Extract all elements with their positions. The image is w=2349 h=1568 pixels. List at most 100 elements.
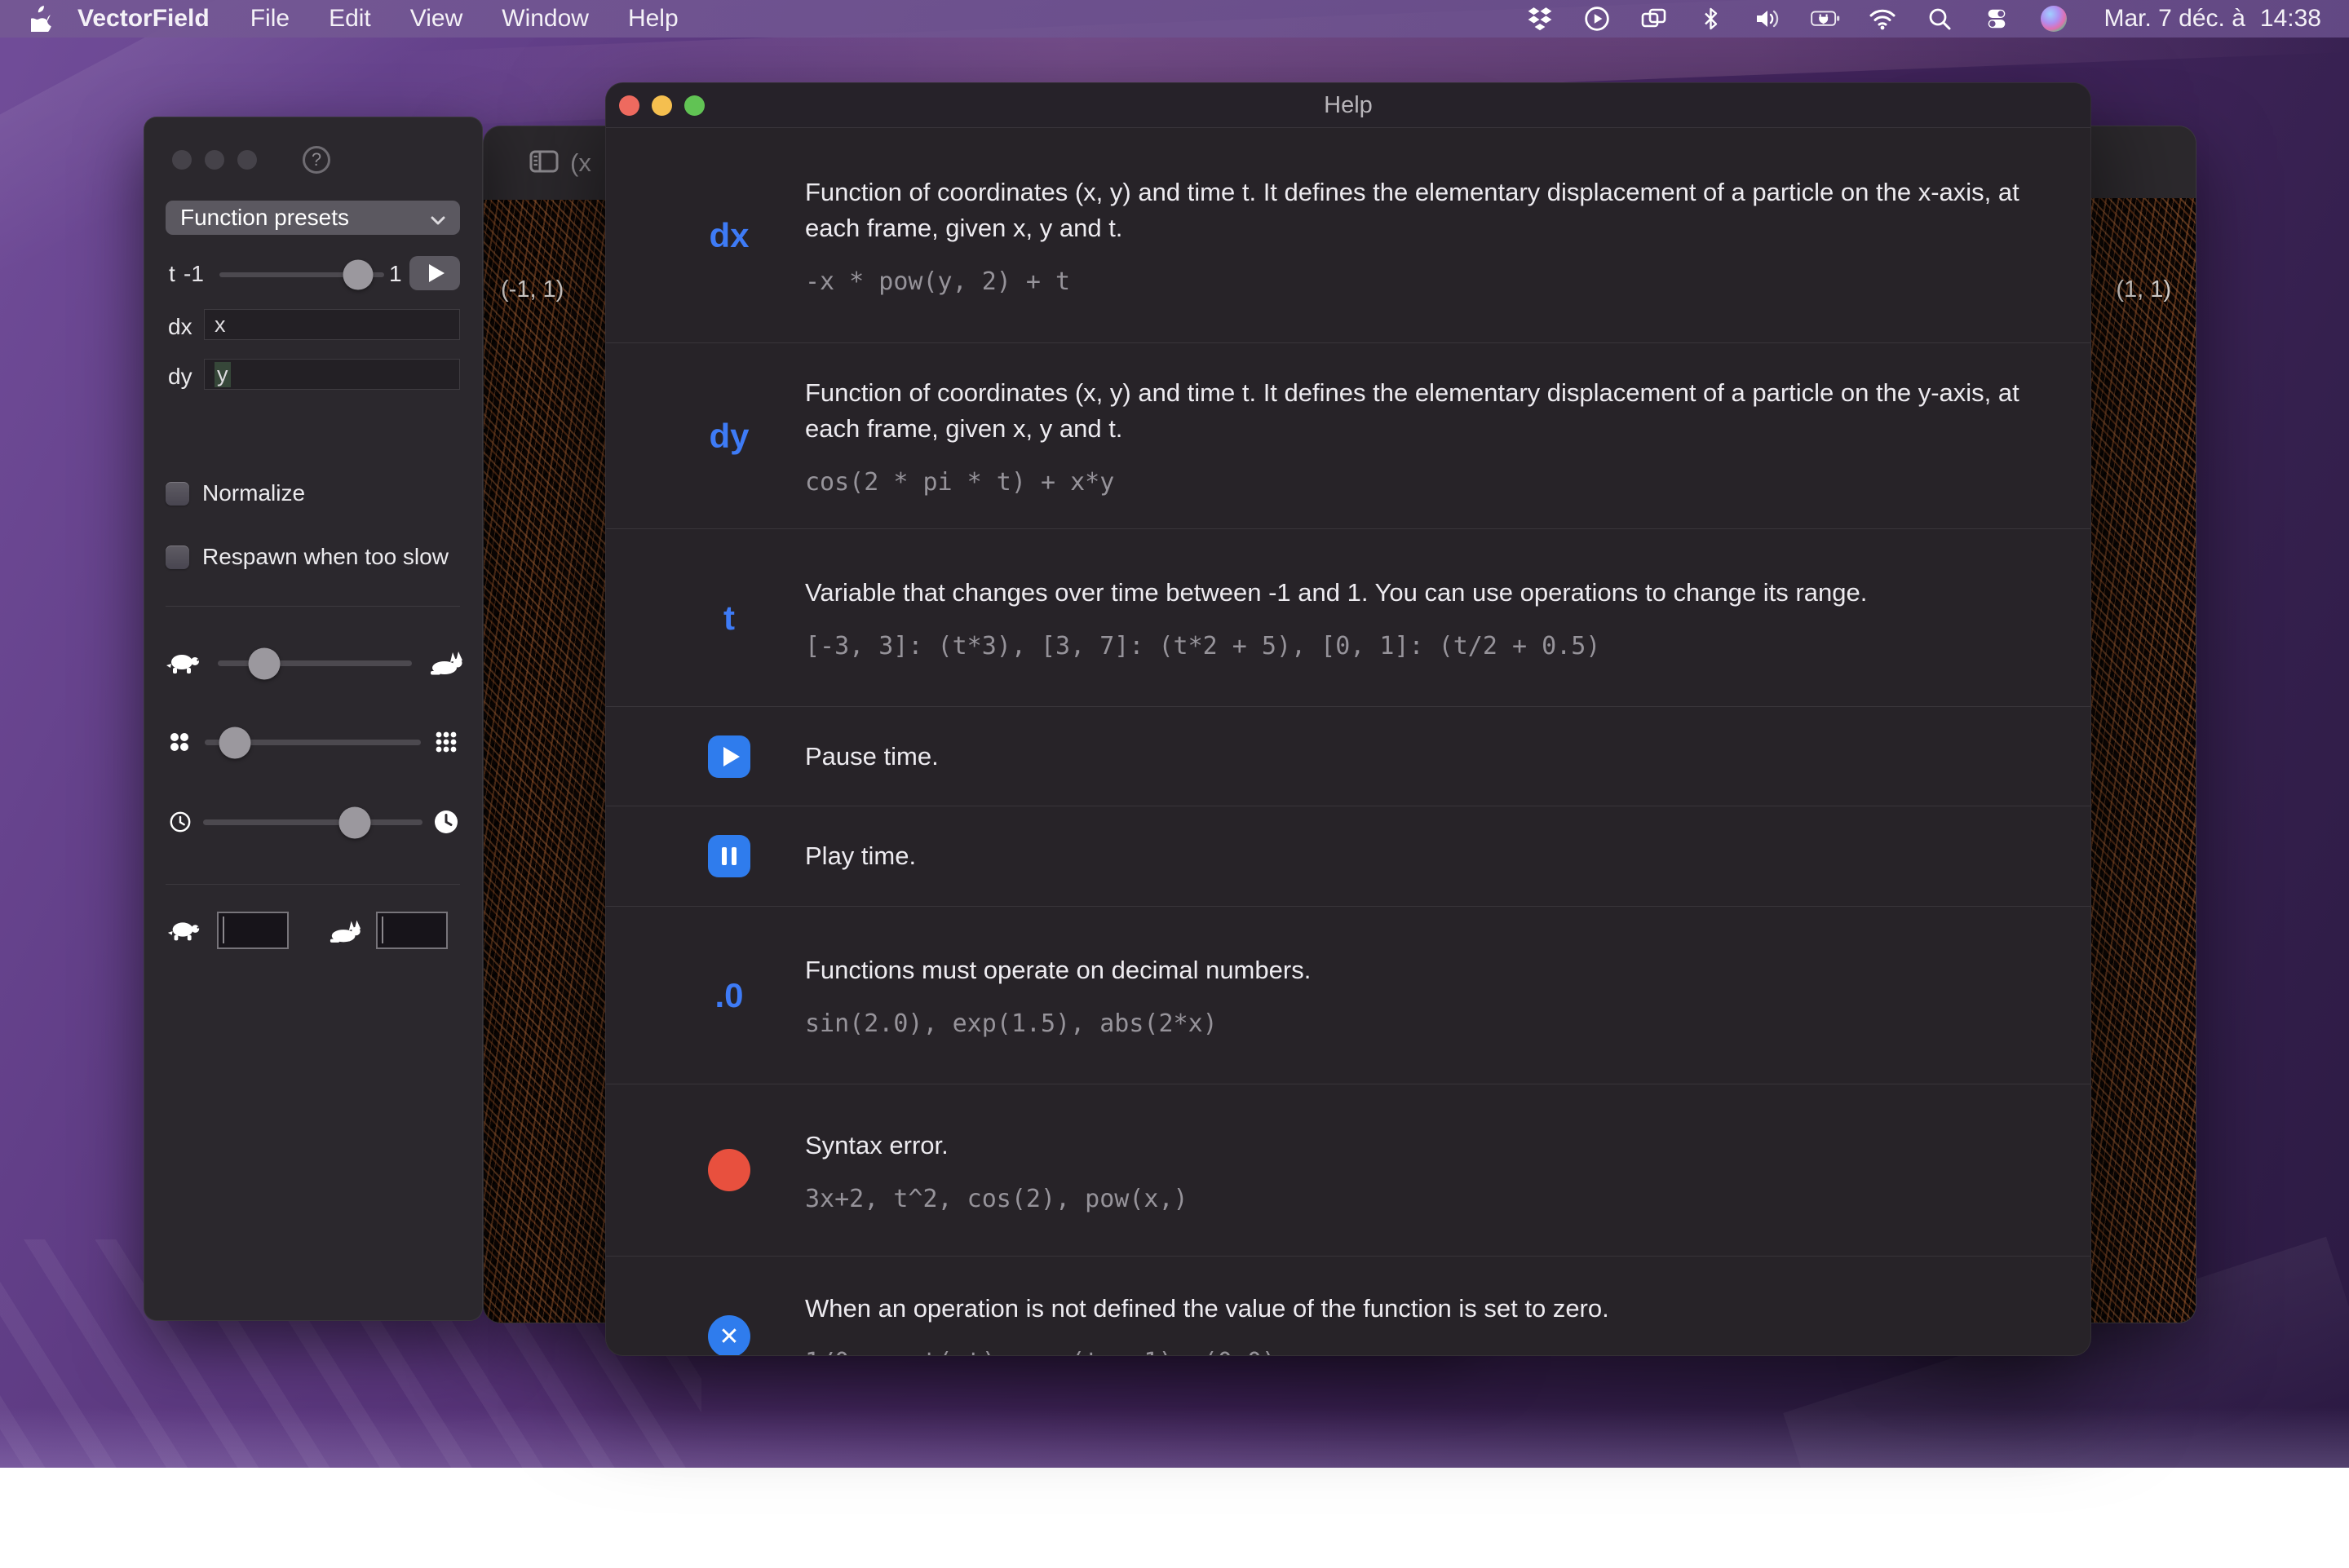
- error-dot-icon: [708, 1149, 750, 1191]
- wifi-icon[interactable]: [1868, 4, 1897, 33]
- menu-bar: VectorField File Edit View Window Help: [0, 0, 2349, 38]
- play-circle-icon[interactable]: [1582, 4, 1612, 33]
- menu-view[interactable]: View: [391, 5, 482, 33]
- time-slider-row: t -1 1: [144, 256, 482, 294]
- zoom-button[interactable]: [684, 95, 705, 116]
- t-min-label: -1: [184, 261, 204, 287]
- time-slider-knob[interactable]: [343, 260, 373, 290]
- bluetooth-icon[interactable]: [1696, 4, 1726, 33]
- respawn-checkbox[interactable]: [166, 545, 189, 569]
- respawn-label: Respawn when too slow: [202, 544, 449, 570]
- menu-edit[interactable]: Edit: [309, 5, 391, 33]
- divider: [166, 606, 460, 607]
- zoom-button[interactable]: [237, 150, 257, 170]
- battery-charging-icon[interactable]: [1811, 4, 1840, 33]
- close-button[interactable]: [172, 150, 192, 170]
- dropdown-label: Function presets: [180, 205, 349, 231]
- help-row-play: Play time.: [606, 806, 2090, 906]
- help-code: cos(2 * pi * t) + x*y: [805, 468, 2020, 497]
- slow-color-swatch: [223, 917, 224, 943]
- screen-mirroring-icon[interactable]: [1639, 4, 1669, 33]
- fast-color-swatch: [382, 917, 383, 943]
- speed-slider[interactable]: [218, 660, 412, 666]
- corner-label-top-left: (-1, 1): [501, 276, 564, 303]
- dx-label: dx: [709, 216, 749, 255]
- function-field-partial-text[interactable]: (x: [570, 148, 591, 178]
- menu-file[interactable]: File: [231, 5, 309, 33]
- dropbox-icon[interactable]: [1525, 4, 1555, 33]
- fast-color-well[interactable]: [376, 912, 448, 949]
- help-text: Function of coordinates (x, y) and time …: [805, 375, 2020, 447]
- sidebar-toggle-icon[interactable]: [529, 150, 559, 177]
- clock-filled-icon: [434, 810, 458, 834]
- dy-label: dy: [168, 364, 192, 390]
- desktop-wallpaper: VectorField File Edit View Window Help: [0, 0, 2349, 1468]
- clock-outline-icon: [169, 811, 192, 833]
- trail-slider-knob[interactable]: [338, 806, 370, 838]
- help-code: 1/0, sqrt(-t), pow(t, -1), (0.0): [805, 1348, 1609, 1356]
- trail-slider[interactable]: [203, 819, 422, 825]
- dx-label: dx: [168, 314, 192, 340]
- respawn-row: Respawn when too slow: [166, 544, 449, 570]
- app-menu-title[interactable]: VectorField: [53, 5, 231, 33]
- t-label: t: [723, 598, 735, 638]
- hare-icon: [428, 650, 466, 676]
- help-row-dx: dx Function of coordinates (x, y) and ti…: [606, 127, 2090, 342]
- volume-icon[interactable]: [1754, 4, 1783, 33]
- help-row-pause: Pause time.: [606, 706, 2090, 806]
- menu-window[interactable]: Window: [482, 5, 608, 33]
- minimize-button[interactable]: [205, 150, 224, 170]
- minimize-button[interactable]: [652, 95, 672, 116]
- help-titlebar[interactable]: Help: [606, 83, 2090, 127]
- play-icon: [429, 264, 445, 282]
- help-window: Help dx Function of coordinates (x, y) a…: [605, 82, 2091, 1356]
- menu-help[interactable]: Help: [608, 5, 698, 33]
- function-presets-dropdown[interactable]: Function presets: [166, 201, 460, 235]
- density-slider-row: [144, 724, 482, 760]
- dx-input[interactable]: x: [204, 309, 460, 340]
- dy-label: dy: [709, 417, 749, 456]
- help-text: Play time.: [805, 838, 916, 874]
- time-slider[interactable]: [219, 272, 384, 277]
- spotlight-search-icon[interactable]: [1925, 4, 1954, 33]
- speed-slider-row: [144, 645, 482, 681]
- few-dots-icon: [168, 731, 191, 753]
- wallpaper-band: [0, 1407, 2349, 1468]
- normalize-checkbox[interactable]: [166, 482, 189, 506]
- slow-color-well[interactable]: [217, 912, 289, 949]
- many-dots-icon: [435, 731, 458, 753]
- help-button[interactable]: ?: [303, 146, 330, 174]
- x-circle-icon: ✕: [708, 1315, 750, 1356]
- window-controls-inactive[interactable]: [172, 150, 257, 170]
- help-text: Syntax error.: [805, 1128, 1188, 1164]
- corner-label-top-right: (1, 1): [2116, 276, 2171, 303]
- dy-value: y: [215, 362, 231, 387]
- help-row-syntax-error: Syntax error. 3x+2, t^2, cos(2), pow(x,): [606, 1084, 2090, 1256]
- help-row-t: t Variable that changes over time betwee…: [606, 528, 2090, 706]
- chevron-down-icon: [431, 205, 445, 231]
- help-code: 3x+2, t^2, cos(2), pow(x,): [805, 1185, 1188, 1213]
- dx-function-row: dx x: [144, 309, 482, 340]
- close-button[interactable]: [619, 95, 639, 116]
- t-max-label: 1: [389, 261, 402, 287]
- speed-slider-knob[interactable]: [249, 647, 281, 679]
- menu-bar-clock[interactable]: Mar. 7 déc. à 14:38: [2103, 5, 2321, 33]
- control-center-icon[interactable]: [1982, 4, 2011, 33]
- dy-input[interactable]: y: [204, 359, 460, 390]
- hare-icon: [328, 919, 364, 944]
- density-slider-knob[interactable]: [219, 727, 251, 758]
- control-panel: ? Function presets t -1 1 dx x dy y N: [144, 117, 483, 1321]
- help-code: [-3, 3]: (t*3), [3, 7]: (t*2 + 5), [0, 1…: [805, 632, 1867, 660]
- pause-button-icon: [708, 835, 750, 877]
- help-code: -x * pow(y, 2) + t: [805, 267, 2020, 296]
- time-play-button[interactable]: [409, 256, 460, 290]
- window-title: Help: [606, 92, 2090, 119]
- apple-menu-icon[interactable]: [31, 6, 53, 32]
- density-slider[interactable]: [205, 740, 421, 745]
- help-text: Variable that changes over time between …: [805, 575, 1867, 611]
- play-button-icon: [708, 735, 750, 778]
- clock-time: 14:38: [2260, 5, 2321, 33]
- normalize-row: Normalize: [166, 480, 305, 506]
- siri-icon[interactable]: [2039, 4, 2068, 33]
- dx-value: x: [215, 312, 226, 338]
